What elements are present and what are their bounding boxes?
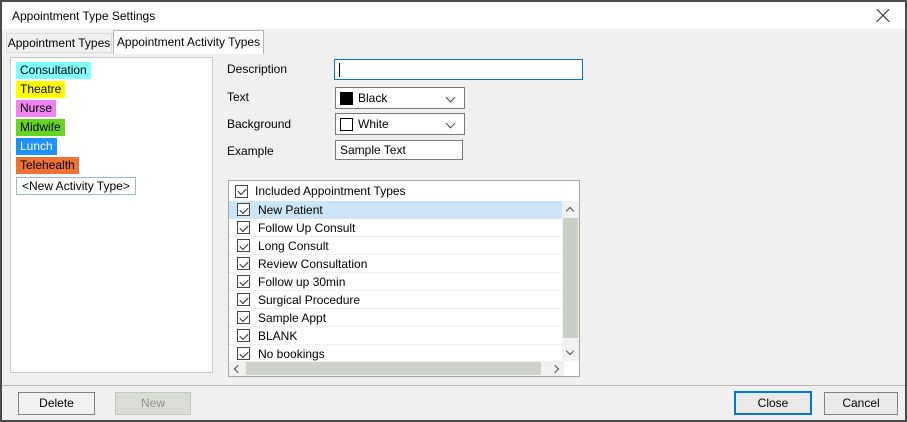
scroll-right-icon[interactable] [549,361,564,376]
table-row[interactable]: BLANK [229,327,564,345]
activity-type-item[interactable]: Nurse [16,100,57,117]
description-input[interactable] [334,59,583,80]
button-strip-divider [2,385,905,386]
scroll-up-icon[interactable] [562,201,579,218]
text-color-value: Black [358,91,388,105]
row-checkbox-checked[interactable] [237,293,250,306]
activity-type-items: Consultation Theatre Nurse Midwife Lunch Tele… [16,62,91,174]
activity-type-list: Consultation Theatre Nurse Midwife Lunch Tele… [10,57,213,373]
activity-type-item[interactable]: Telehealth [16,157,79,174]
new-activity-type-button[interactable]: <New Activity Type> [16,177,136,195]
included-types-header-label: Included Appointment Types [255,184,406,198]
title-bar: Appointment Type Settings [2,2,905,29]
included-types-header-row[interactable]: Included Appointment Types [229,181,564,201]
row-checkbox-checked[interactable] [237,275,250,288]
row-label: No bookings [258,346,325,361]
horizontal-scroll-thumb[interactable] [246,362,541,375]
background-color-swatch [340,117,353,131]
scroll-left-icon[interactable] [229,361,244,376]
included-types-rows: New Patient Follow Up Consult Long Consult… [229,201,564,361]
row-label: Surgical Procedure [258,292,361,307]
table-row[interactable]: New Patient [229,201,564,219]
cancel-button[interactable]: Cancel [824,392,898,415]
table-row[interactable]: Follow up 30min [229,273,564,291]
header-checkbox-checked[interactable] [235,184,248,198]
row-label: New Patient [258,202,323,217]
chevron-down-icon [445,118,456,129]
table-row[interactable]: Surgical Procedure [229,291,564,309]
window-title: Appointment Type Settings [12,9,156,23]
row-checkbox-checked[interactable] [237,203,250,216]
delete-button[interactable]: Delete [18,392,95,415]
text-color-label: Text [227,90,250,104]
horizontal-scrollbar[interactable] [229,361,564,376]
background-color-select[interactable]: White [335,113,465,135]
text-color-swatch [340,91,353,105]
row-label: Long Consult [258,238,329,253]
appointment-type-settings-dialog: Appointment Type Settings Appointment Ty… [0,0,907,422]
row-checkbox-checked[interactable] [237,311,250,324]
close-icon[interactable] [875,8,891,24]
background-color-value: White [358,117,389,131]
scroll-down-icon[interactable] [562,344,579,361]
row-checkbox-checked[interactable] [237,329,250,342]
tab-appointment-activity-types[interactable]: Appointment Activity Types [113,30,264,54]
row-checkbox-checked[interactable] [237,239,250,252]
activity-type-item[interactable]: Midwife [16,119,65,136]
row-label: Review Consultation [258,256,368,271]
included-appointment-types-list: Included Appointment Types New Patient Fo… [228,180,580,377]
row-label: BLANK [258,328,298,343]
table-row[interactable]: Follow Up Consult [229,219,564,237]
row-label: Follow up 30min [258,274,346,289]
chevron-down-icon [445,92,456,103]
tab-appointment-types[interactable]: Appointment Types [6,33,112,53]
table-row[interactable]: No bookings [229,345,564,361]
example-preview: Sample Text [335,140,463,160]
new-button[interactable]: New [115,392,191,415]
row-label: Sample Appt [258,310,327,325]
row-checkbox-checked[interactable] [237,257,250,270]
row-label: Follow Up Consult [258,220,356,235]
table-row[interactable]: Review Consultation [229,255,564,273]
example-label: Example [227,144,274,158]
activity-type-item[interactable]: Consultation [16,62,91,79]
text-color-select[interactable]: Black [335,87,465,109]
description-label: Description [227,62,288,76]
vertical-scrollbar[interactable] [562,201,579,361]
background-color-label: Background [227,117,292,131]
row-checkbox-checked[interactable] [237,221,250,234]
table-row[interactable]: Sample Appt [229,309,564,327]
close-button[interactable]: Close [734,391,812,415]
activity-type-item[interactable]: Theatre [16,81,66,98]
activity-type-item[interactable]: Lunch [16,138,57,155]
table-row[interactable]: Long Consult [229,237,564,255]
row-checkbox-checked[interactable] [237,347,250,360]
vertical-scroll-thumb[interactable] [563,218,578,338]
text-caret [339,63,340,77]
